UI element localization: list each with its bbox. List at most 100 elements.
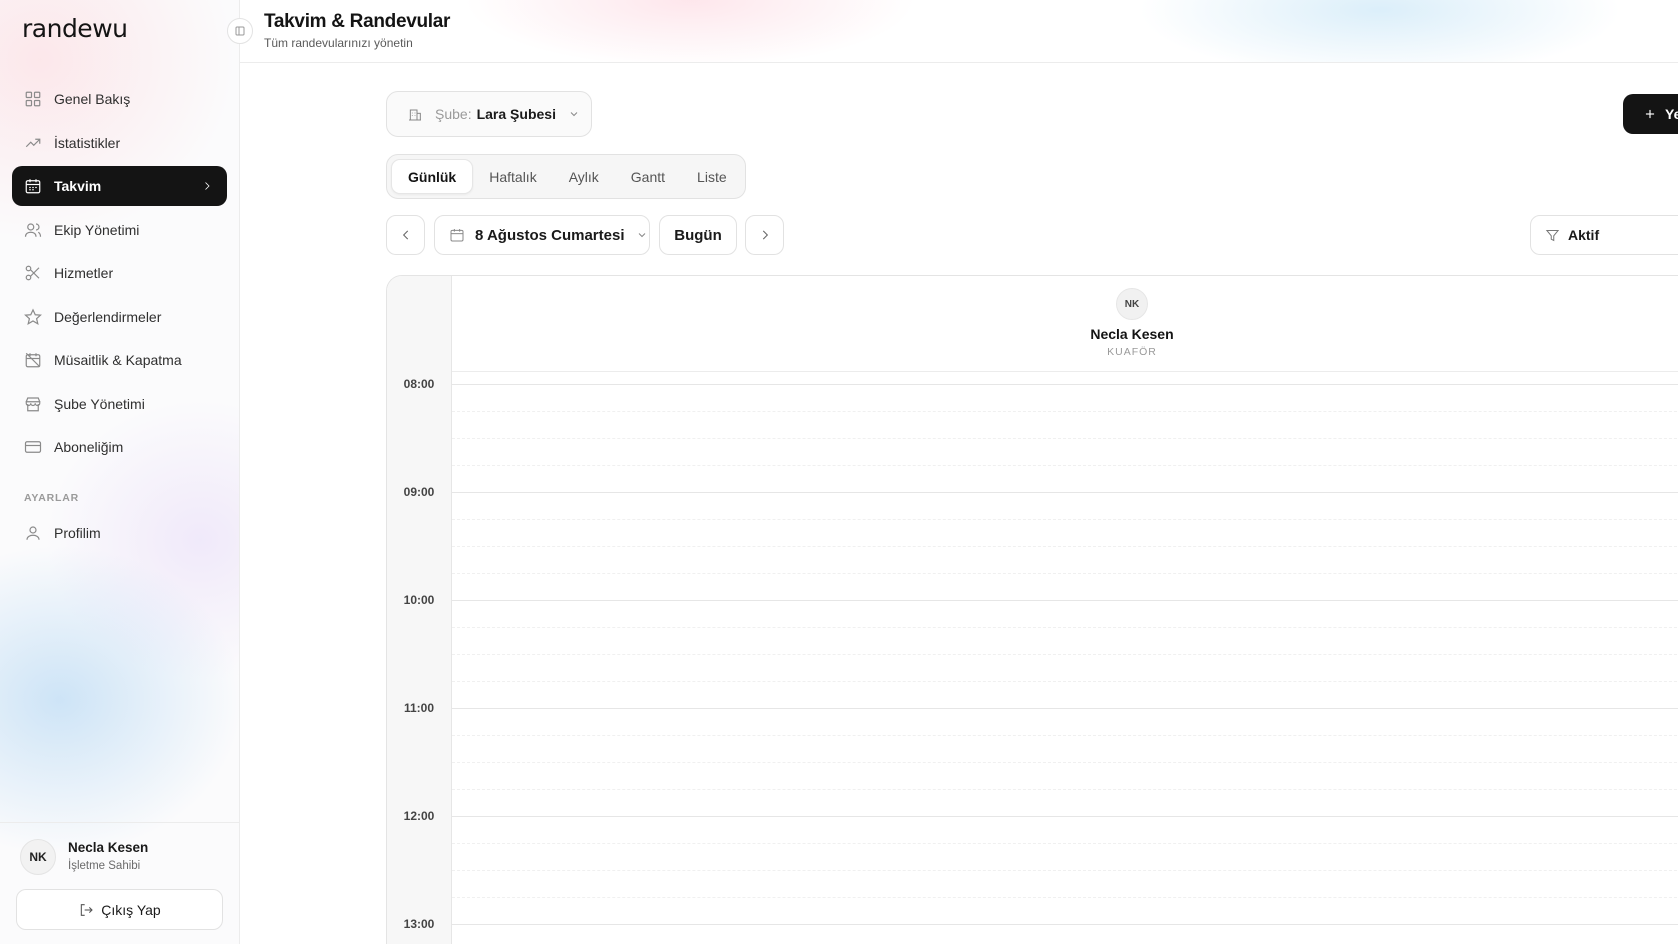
hour-line — [452, 384, 1678, 385]
hour-line — [452, 708, 1678, 709]
user-role: İşletme Sahibi — [68, 860, 141, 872]
logout-label: Çıkış Yap — [101, 901, 161, 918]
day-calendar: NK Necla Kesen KUAFÖR 08:00 09:00 10:00 … — [386, 275, 1678, 944]
sidebar-item-label: Şube Yönetimi — [54, 395, 145, 412]
calendar-icon — [25, 179, 41, 194]
trend-icon — [25, 138, 41, 147]
sidebar-item-label: Müsaitlik & Kapatma — [54, 352, 182, 368]
sidebar-item-istatistikler[interactable]: İstatistikler — [12, 123, 227, 163]
sidebar-item-takvim[interactable]: Takvim — [12, 166, 227, 206]
quarter-line — [452, 654, 1678, 655]
sidebar: randewu Genel Bakış İstatistikler Takvim… — [0, 0, 240, 944]
tab-liste[interactable]: Liste — [681, 159, 743, 194]
quarter-line — [452, 870, 1678, 871]
view-tabs: Günlük Haftalık Aylık Gantt Liste — [386, 154, 746, 199]
plus-icon — [1645, 109, 1655, 119]
tab-gunluk[interactable]: Günlük — [391, 159, 474, 194]
calendar-off-icon — [25, 352, 41, 368]
sidebar-item-label: Profilim — [54, 525, 101, 541]
new-appointment-button[interactable]: Ye — [1623, 94, 1678, 134]
chevron-right-icon — [205, 182, 210, 190]
staff-name: Necla Kesen — [1090, 326, 1174, 342]
hour-line — [452, 924, 1678, 925]
sidebar-item-degerlendirmeler[interactable]: Değerlendirmeler — [12, 297, 227, 337]
hour-label: 10:00 — [403, 593, 435, 607]
quarter-line — [452, 519, 1678, 520]
hour-label: 13:00 — [403, 917, 435, 931]
chevron-down-icon — [639, 233, 646, 238]
grid-icon — [25, 91, 41, 107]
today-button[interactable]: Bugün — [659, 215, 737, 255]
status-filter[interactable]: Aktif — [1530, 215, 1678, 255]
sidebar-item-label: Genel Bakış — [54, 91, 131, 107]
prev-day-button[interactable] — [386, 215, 425, 255]
hour-line — [452, 492, 1678, 493]
logout-button[interactable]: Çıkış Yap — [16, 889, 223, 930]
chevron-left-icon — [402, 230, 408, 240]
quarter-line — [452, 681, 1678, 682]
scissors-icon — [25, 265, 40, 281]
page-header: Takvim & Randevular Tüm randevularınızı … — [240, 0, 1678, 63]
date-picker[interactable]: 8 Ağustos Cumartesi — [434, 215, 650, 255]
sidebar-item-label: Değerlendirmeler — [54, 308, 162, 325]
sidebar-item-genel-bakis[interactable]: Genel Bakış — [12, 79, 227, 119]
tab-gantt[interactable]: Gantt — [615, 159, 681, 194]
card-icon — [24, 441, 42, 453]
user-icon — [26, 526, 40, 540]
filter-icon — [1545, 229, 1560, 241]
sidebar-item-label: İstatistikler — [54, 134, 121, 151]
tab-haftalik[interactable]: Haftalık — [473, 159, 552, 194]
sidebar-item-musaitlik[interactable]: Müsaitlik & Kapatma — [12, 340, 227, 380]
avatar[interactable]: NK — [20, 839, 56, 875]
quarter-line — [452, 465, 1678, 466]
sidebar-toggle-icon — [235, 26, 245, 36]
tab-aylik[interactable]: Aylık — [553, 159, 615, 194]
staff-column-header: NK Necla Kesen KUAFÖR — [452, 276, 1678, 372]
hour-label: 12:00 — [403, 809, 435, 823]
quarter-line — [452, 573, 1678, 574]
sidebar-item-aboneligim[interactable]: Aboneliğim — [12, 427, 227, 467]
quarter-line — [452, 762, 1678, 763]
status-filter-value: Aktif — [1568, 227, 1600, 243]
current-date: 8 Ağustos Cumartesi — [475, 226, 625, 244]
quarter-line — [452, 843, 1678, 844]
settings-section-label: AYARLAR — [24, 492, 80, 504]
store-icon — [25, 396, 41, 411]
quarter-line — [452, 438, 1678, 439]
hour-label: 09:00 — [403, 485, 435, 499]
settings-nav: Profilim — [12, 513, 227, 557]
quarter-line — [452, 789, 1678, 790]
staff-role: KUAFÖR — [1107, 346, 1157, 358]
sidebar-item-hizmetler[interactable]: Hizmetler — [12, 253, 227, 293]
user-name: Necla Kesen — [68, 840, 149, 855]
branch-value: Lara Şubesi — [476, 106, 556, 122]
star-icon — [24, 307, 42, 325]
user-panel: NK Necla Kesen İşletme Sahibi Çıkış Yap — [0, 822, 240, 944]
hour-label: 11:00 — [403, 701, 435, 715]
quarter-line — [452, 897, 1678, 898]
branch-label: Şube: — [435, 106, 472, 122]
sidebar-nav: Genel Bakış İstatistikler Takvim Ekip Yö… — [12, 79, 227, 471]
sidebar-item-label: Hizmetler — [54, 265, 114, 281]
quarter-line — [452, 627, 1678, 628]
building-icon — [409, 109, 421, 121]
hour-line — [452, 600, 1678, 601]
quarter-line — [452, 546, 1678, 547]
sidebar-item-sube-yonetimi[interactable]: Şube Yönetimi — [12, 384, 227, 424]
app-logo[interactable]: randewu — [22, 14, 128, 43]
sidebar-item-label: Aboneliğim — [54, 439, 124, 455]
new-appointment-label: Ye — [1665, 106, 1678, 122]
next-day-button[interactable] — [745, 215, 784, 255]
sidebar-item-profilim[interactable]: Profilim — [12, 513, 227, 553]
sidebar-toggle-button[interactable] — [227, 18, 253, 44]
page-title: Takvim & Randevular — [264, 11, 451, 32]
staff-avatar: NK — [1116, 288, 1148, 320]
page-subtitle: Tüm randevularınızı yönetin — [264, 36, 413, 50]
sidebar-item-label: Ekip Yönetimi — [54, 221, 140, 238]
sidebar-item-ekip-yonetimi[interactable]: Ekip Yönetimi — [12, 210, 227, 250]
sidebar-item-label: Takvim — [54, 178, 102, 194]
chevron-right-icon — [762, 230, 768, 240]
quarter-line — [452, 411, 1678, 412]
users-icon — [24, 222, 42, 237]
branch-select[interactable]: Şube: Lara Şubesi — [386, 91, 592, 137]
